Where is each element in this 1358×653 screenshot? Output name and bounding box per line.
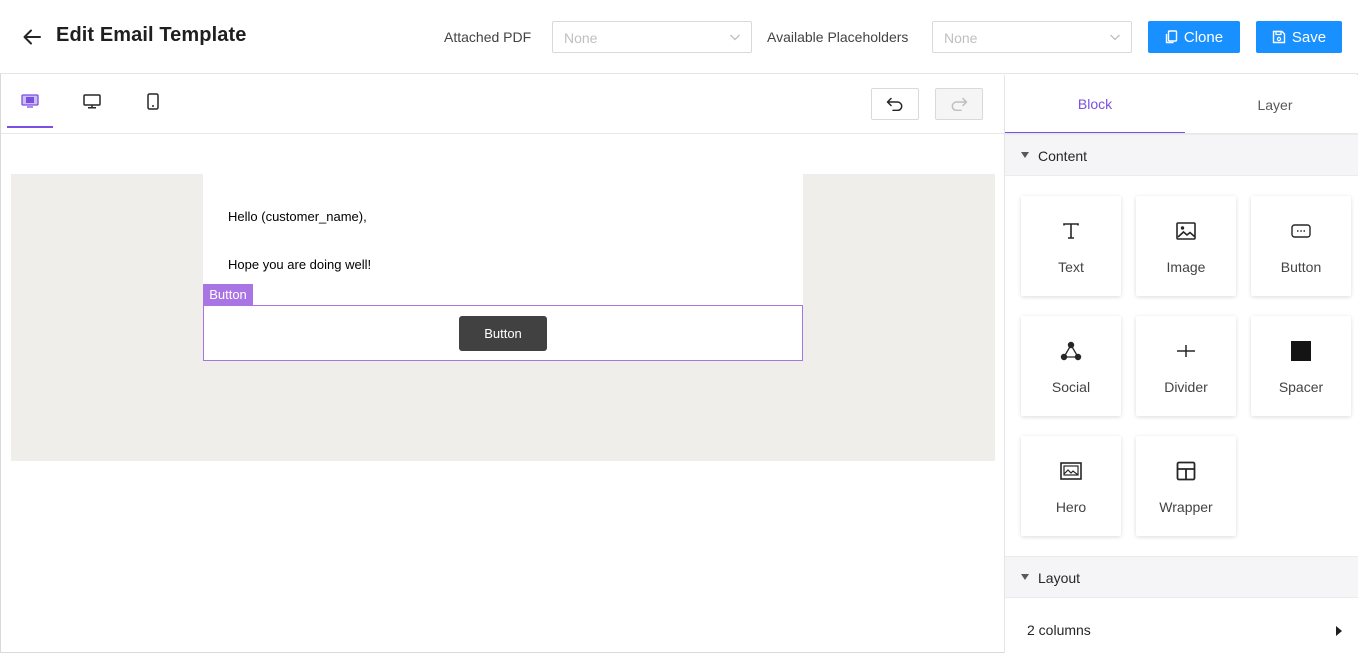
block-image[interactable]: Image [1136,196,1236,296]
selected-block-tag: Button [203,284,253,305]
spacer-icon [1289,340,1313,362]
redo-icon [951,97,968,111]
layout-section-label: Layout [1038,570,1081,586]
block-label: Social [1051,379,1091,395]
caret-down-icon [1021,574,1029,580]
attached-pdf-value: None [564,30,598,46]
responsive-view-icon [21,93,39,108]
clone-button[interactable]: Clone [1148,21,1240,53]
content-section-header[interactable]: Content [1005,134,1358,176]
available-placeholders-label: Available Placeholders [767,29,909,45]
desktop-icon [83,94,101,109]
selected-button-block[interactable]: Button [203,305,803,361]
tab-block[interactable]: Block [1005,75,1185,134]
block-hero[interactable]: Hero [1021,436,1121,536]
back-button[interactable] [20,25,44,49]
tab-desktop-view[interactable] [69,75,115,128]
block-label: Image [1166,259,1206,275]
mobile-icon [147,93,159,110]
available-placeholders-select[interactable]: None [932,21,1132,53]
caret-down-icon [1021,152,1029,158]
attached-pdf-select[interactable]: None [552,21,752,53]
save-button[interactable]: Save [1256,21,1342,53]
block-label: Hero [1055,499,1087,515]
image-icon [1174,220,1198,242]
social-icon [1059,340,1083,362]
tab-responsive-view[interactable] [7,75,53,128]
layout-item-2-columns[interactable]: 2 columns [1005,618,1358,644]
tab-layer[interactable]: Layer [1185,75,1358,134]
available-placeholders-value: None [944,30,978,46]
block-label: Divider [1164,379,1208,395]
undo-button[interactable] [871,88,919,120]
email-greeting: Hello (customer_name), [228,209,367,224]
block-text[interactable]: Text [1021,196,1121,296]
block-spacer[interactable]: Spacer [1251,316,1351,416]
text-icon [1059,220,1083,242]
blocks-panel: Block Layer Content Text Image Button So… [1004,75,1358,653]
caret-right-icon [1336,626,1342,636]
email-message: Hope you are doing well! [228,257,372,272]
wrapper-icon [1174,460,1198,482]
hero-icon [1059,460,1083,482]
block-wrapper[interactable]: Wrapper [1136,436,1236,536]
block-button[interactable]: Button [1251,196,1351,296]
undo-icon [886,97,903,111]
block-social[interactable]: Social [1021,316,1121,416]
content-section-label: Content [1038,148,1088,164]
redo-button[interactable] [935,88,983,120]
block-divider[interactable]: Divider [1136,316,1236,416]
page-title: Edit Email Template [56,24,247,46]
block-label: Button [1280,259,1322,275]
header-bar: Edit Email Template Attached PDF None Av… [0,0,1358,74]
save-button-label: Save [1291,28,1327,46]
block-label: Wrapper [1159,499,1213,515]
copy-icon [1165,30,1178,44]
chevron-down-icon [730,34,740,41]
block-label: Text [1058,259,1084,275]
attached-pdf-label: Attached PDF [444,29,532,45]
arrow-left-icon [23,29,41,45]
save-icon [1272,30,1286,44]
divider-icon [1174,340,1198,362]
layout-item-label: 2 columns [1027,622,1091,638]
email-button[interactable]: Button [459,316,547,351]
editor-toolbar [1,75,1004,134]
email-text-block[interactable]: Hello (customer_name), Hope you are doin… [203,174,803,305]
layout-section-header[interactable]: Layout [1005,556,1358,598]
tab-mobile-view[interactable] [130,75,176,128]
button-icon [1289,220,1313,242]
chevron-down-icon [1110,34,1120,41]
block-label: Spacer [1278,379,1324,395]
clone-button-label: Clone [1183,28,1224,46]
